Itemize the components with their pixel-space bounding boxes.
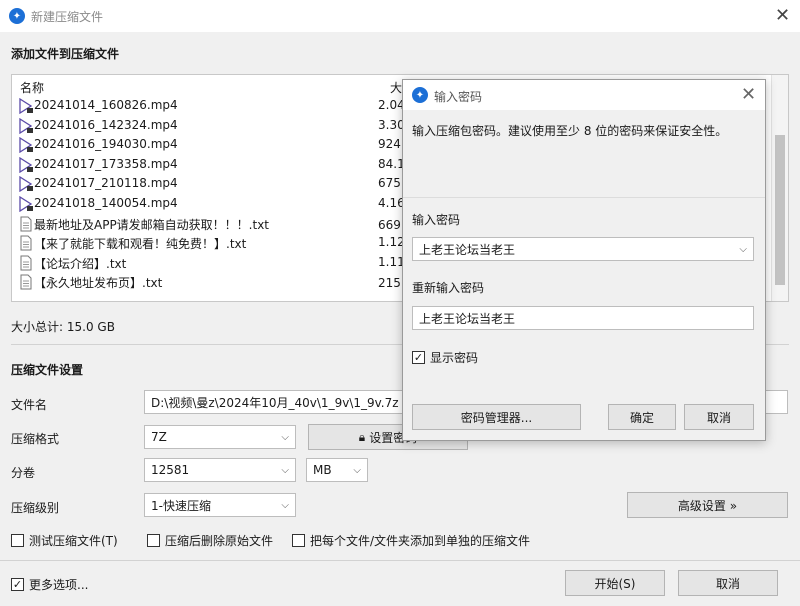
dialog-cancel-button[interactable]: 取消 bbox=[684, 404, 754, 430]
file-name: 20241017_173358.mp4 bbox=[34, 156, 178, 171]
delete-after-checkbox[interactable]: 压缩后删除原始文件 bbox=[147, 532, 273, 549]
file-name: 20241017_210118.mp4 bbox=[34, 176, 178, 191]
column-size-header[interactable]: 大 bbox=[390, 79, 402, 96]
filename-value: D:\视频\曼z\2024年10月_40v\1_9v\1_9v.7z bbox=[151, 395, 399, 410]
volume-label: 分卷 bbox=[11, 466, 36, 480]
lock-icon: 🔒︎ bbox=[358, 429, 366, 444]
more-options-label: 更多选项... bbox=[29, 578, 89, 592]
chevron-down-icon: ⌵ bbox=[353, 464, 361, 476]
window-close-icon[interactable]: ✕ bbox=[775, 7, 790, 25]
checkbox-box-checked[interactable]: ✓ bbox=[11, 578, 24, 591]
volume-size-value: 12581 bbox=[151, 463, 190, 477]
chevron-down-icon: ⌵ bbox=[281, 499, 289, 511]
password-description: 输入压缩包密码。建议使用至少 8 位的密码来保证安全性。 bbox=[412, 124, 728, 138]
volume-unit-select[interactable]: MB ⌵ bbox=[306, 458, 368, 482]
total-size-text: 大小总计: 15.0 GB bbox=[11, 320, 115, 334]
text-file-icon bbox=[18, 274, 34, 290]
cancel-button[interactable]: 取消 bbox=[678, 570, 778, 596]
file-name: 最新地址及APP请发邮箱自动获取！！！.txt bbox=[34, 217, 270, 232]
video-file-icon bbox=[18, 195, 34, 213]
filename-label: 文件名 bbox=[11, 398, 48, 412]
chevron-down-icon[interactable]: ⌵ bbox=[739, 244, 747, 255]
file-name: 20241014_160826.mp4 bbox=[34, 98, 178, 112]
add-files-heading: 添加文件到压缩文件 bbox=[11, 47, 120, 61]
level-label: 压缩级别 bbox=[11, 501, 60, 515]
confirm-password-input[interactable]: 上老王论坛当老王 bbox=[412, 306, 754, 330]
format-value: 7Z bbox=[151, 430, 167, 444]
delete-after-label: 压缩后删除原始文件 bbox=[165, 534, 274, 548]
checkbox-box[interactable] bbox=[11, 534, 24, 547]
test-archive-checkbox[interactable]: 测试压缩文件(T) bbox=[11, 532, 118, 549]
confirm-password-value: 上老王论坛当老王 bbox=[419, 311, 516, 326]
separate-archives-label: 把每个文件/文件夹添加到单独的压缩文件 bbox=[310, 534, 531, 548]
level-value: 1-快速压缩 bbox=[151, 498, 211, 513]
file-name: 20241016_142324.mp4 bbox=[34, 117, 178, 132]
separate-archives-checkbox[interactable]: 把每个文件/文件夹添加到单独的压缩文件 bbox=[292, 532, 530, 549]
compression-settings-heading: 压缩文件设置 bbox=[11, 363, 84, 377]
checkbox-box-checked[interactable]: ✓ bbox=[412, 351, 425, 364]
video-file-icon bbox=[18, 176, 34, 193]
text-file-icon bbox=[18, 235, 34, 251]
text-file-icon bbox=[18, 255, 34, 271]
chevron-down-icon: ⌵ bbox=[281, 464, 289, 476]
scrollbar-thumb[interactable] bbox=[775, 135, 785, 285]
text-file-icon bbox=[18, 216, 34, 232]
password-dialog: ✦ 输入密码 ✕ 输入压缩包密码。建议使用至少 8 位的密码来保证安全性。 输入… bbox=[402, 79, 766, 441]
file-name: 【论坛介绍】.txt bbox=[34, 256, 127, 271]
window-title: 新建压缩文件 bbox=[31, 9, 104, 24]
show-password-label: 显示密码 bbox=[430, 351, 479, 365]
app-logo-icon: ✦ bbox=[9, 8, 25, 24]
window-title-bar: ✦ 新建压缩文件 ✕ bbox=[0, 0, 800, 32]
file-name: 20241016_194030.mp4 bbox=[34, 137, 178, 152]
volume-unit-value: MB bbox=[313, 463, 332, 477]
more-options-checkbox[interactable]: ✓ 更多选项... bbox=[11, 576, 88, 593]
show-password-checkbox[interactable]: ✓ 显示密码 bbox=[412, 349, 478, 366]
password-dialog-title: 输入密码 bbox=[434, 90, 483, 104]
file-name: 【永久地址发布页】.txt bbox=[34, 276, 163, 291]
format-select[interactable]: 7Z ⌵ bbox=[144, 425, 296, 449]
dialog-close-icon[interactable]: ✕ bbox=[741, 86, 756, 104]
advanced-settings-button[interactable]: 高级设置 » bbox=[627, 492, 788, 518]
password-input[interactable]: 上老王论坛当老王 ⌵ bbox=[412, 237, 754, 261]
password-manager-button[interactable]: 密码管理器... bbox=[412, 404, 581, 430]
password-value: 上老王论坛当老王 bbox=[419, 242, 516, 257]
test-archive-label: 测试压缩文件(T) bbox=[29, 534, 118, 548]
video-file-icon bbox=[18, 117, 34, 134]
checkbox-box[interactable] bbox=[292, 534, 305, 547]
video-file-icon bbox=[18, 97, 34, 115]
column-name-header[interactable]: 名称 bbox=[20, 79, 44, 96]
file-name: 20241018_140054.mp4 bbox=[34, 196, 178, 210]
confirm-password-label: 重新输入密码 bbox=[412, 281, 485, 295]
chevron-down-icon: ⌵ bbox=[281, 431, 289, 443]
password-dialog-title-bar: ✦ 输入密码 ✕ bbox=[403, 80, 765, 110]
checkbox-box[interactable] bbox=[147, 534, 160, 547]
password-label: 输入密码 bbox=[412, 213, 461, 227]
list-scrollbar[interactable] bbox=[771, 75, 788, 301]
app-logo-icon: ✦ bbox=[412, 87, 428, 103]
video-file-icon bbox=[18, 156, 34, 173]
dialog-divider bbox=[403, 197, 765, 198]
video-file-icon bbox=[18, 137, 34, 154]
format-label: 压缩格式 bbox=[11, 432, 60, 446]
start-button[interactable]: 开始(S) bbox=[565, 570, 665, 596]
dialog-ok-button[interactable]: 确定 bbox=[608, 404, 676, 430]
volume-size-select[interactable]: 12581 ⌵ bbox=[144, 458, 296, 482]
level-select[interactable]: 1-快速压缩 ⌵ bbox=[144, 493, 296, 517]
footer-divider bbox=[0, 560, 800, 561]
file-name: 【来了就能下载和观看！纯免费！】.txt bbox=[34, 237, 247, 252]
